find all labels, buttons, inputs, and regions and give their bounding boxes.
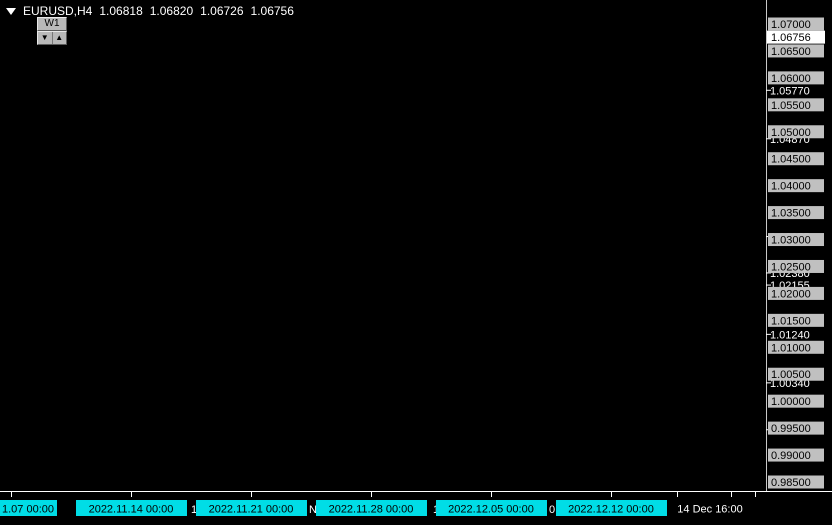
arrow-up-icon[interactable]: ▲ <box>53 32 67 44</box>
price-gridline-label: 1.03000 <box>771 235 811 247</box>
price-gridline-label: 1.06000 <box>771 73 811 85</box>
price-gridline-label: 1.02500 <box>771 261 811 273</box>
scroll-buttons[interactable]: ▼ ▲ <box>37 31 67 45</box>
price-gridline-label: 0.98500 <box>771 477 811 489</box>
high-value: 1.06820 <box>149 4 194 18</box>
chart-borders <box>0 0 832 525</box>
current-time-label: 14 Dec 16:00 <box>677 504 742 516</box>
price-gridline-label: 1.05000 <box>771 127 811 139</box>
price-gridline-label: 1.05500 <box>771 100 811 112</box>
week-date-label: 2022.11.28 00:00 <box>329 504 414 516</box>
week-date-label: 2022.12.05 00:00 <box>448 504 534 516</box>
price-gridline-label: 1.07000 <box>771 19 811 31</box>
current-price-label: 1.06756 <box>771 32 811 44</box>
price-gridline-label: 1.00500 <box>771 369 811 381</box>
price-gridline-label: 1.02000 <box>771 288 811 300</box>
week-date-label: 2022.11.21 00:00 <box>209 504 294 516</box>
price-marker-label: 1.05770 <box>770 85 810 97</box>
price-gridline-label: 1.03500 <box>771 208 811 220</box>
price-gridline-label: 1.06500 <box>771 46 811 58</box>
ohlc-header: EURUSD,H4 1.06818 1.06820 1.06726 1.06756 <box>6 4 294 18</box>
chart-background <box>0 0 832 525</box>
chart-window: 1.057701.048701.030551.023801.021551.012… <box>0 0 832 525</box>
price-gridline-label: 1.04000 <box>771 181 811 193</box>
price-gridline-label: 1.01500 <box>771 315 811 327</box>
price-gridline-label: 0.99000 <box>771 450 811 462</box>
week-date-label: 2022.11.14 00:00 <box>89 504 174 516</box>
open-value: 1.06818 <box>99 4 143 18</box>
price-gridline-label: 1.00000 <box>771 396 811 408</box>
price-gridline-label: 0.99500 <box>771 423 811 435</box>
price-marker-label: 1.01240 <box>770 329 810 341</box>
arrow-down-icon[interactable]: ▼ <box>38 32 53 44</box>
week-date-label: 1.07 00:00 <box>2 504 54 516</box>
low-value: 1.06726 <box>200 4 244 18</box>
timeframe-w1-button[interactable]: W1 <box>37 17 67 31</box>
price-gridline-label: 1.04500 <box>771 154 811 166</box>
close-value: 1.06756 <box>250 4 294 18</box>
symbol-timeframe-label: EURUSD,H4 <box>23 4 93 18</box>
week-date-label: 2022.12.12 00:00 <box>568 504 654 516</box>
price-chart-canvas[interactable]: 1.057701.048701.030551.023801.021551.012… <box>0 0 832 525</box>
price-gridline-label: 1.01000 <box>771 342 811 354</box>
time-label-remnant: N <box>309 504 317 516</box>
time-label-remnant: 0 <box>549 504 555 516</box>
symbol-dropdown-icon[interactable] <box>6 8 16 15</box>
